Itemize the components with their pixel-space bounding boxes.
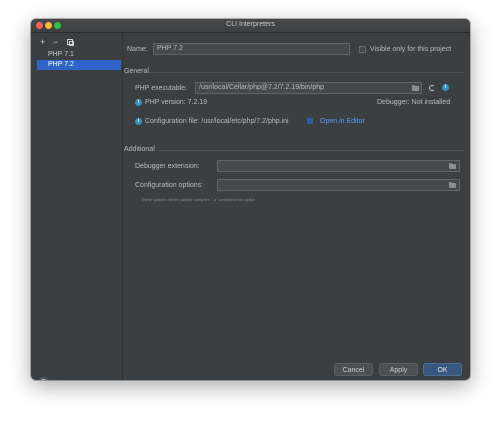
php-executable-label: PHP executable: bbox=[135, 85, 188, 92]
config-info-icon: i bbox=[135, 118, 142, 125]
refresh-icon[interactable] bbox=[429, 85, 435, 91]
add-icon[interactable]: + bbox=[40, 38, 45, 47]
debugger-extension-folder-icon[interactable] bbox=[449, 163, 456, 169]
help-button[interactable]: ? bbox=[38, 377, 49, 380]
apply-button[interactable]: Apply bbox=[379, 363, 418, 376]
debugger-status-text: Debugger: Not installed bbox=[377, 99, 451, 106]
interpreter-list-panel: + − PHP 7.1 PHP 7.2 ? bbox=[31, 33, 123, 380]
php-version-text: PHP version: 7.2.19 bbox=[145, 99, 208, 106]
remove-icon[interactable]: − bbox=[53, 38, 58, 47]
name-label: Name: bbox=[127, 46, 148, 53]
configuration-options-label: Configuration options: bbox=[135, 182, 204, 189]
debugger-extension-input[interactable] bbox=[217, 160, 460, 172]
php-executable-input[interactable]: /usr/local/Cellar/php@7.2/7.2.19/bin/php bbox=[195, 82, 422, 94]
cursor-marker bbox=[307, 118, 313, 124]
debugger-extension-label: Debugger extension: bbox=[135, 163, 200, 170]
configuration-file-text: Configuration file: /usr/local/etc/php/7… bbox=[145, 118, 289, 125]
ok-button[interactable]: OK bbox=[423, 363, 462, 376]
title-bar: CLI Interpreters bbox=[31, 19, 470, 33]
visible-only-label: Visible only for this project bbox=[370, 46, 452, 53]
cli-interpreters-dialog: CLI Interpreters + − PHP 7.1 PHP 7.2 ? N… bbox=[31, 19, 470, 380]
configuration-options-folder-icon[interactable] bbox=[449, 182, 456, 188]
open-in-editor-link[interactable]: Open in Editor bbox=[320, 118, 365, 125]
configuration-options-input[interactable] bbox=[217, 179, 460, 191]
visible-only-checkbox[interactable] bbox=[359, 46, 366, 53]
interpreter-item-php72[interactable]: PHP 7.2 bbox=[37, 60, 121, 70]
configuration-options-hint: These options will be passed using the "… bbox=[141, 197, 256, 202]
cancel-button[interactable]: Cancel bbox=[334, 363, 373, 376]
general-section-title: General bbox=[124, 68, 149, 75]
php-info-icon[interactable]: i bbox=[442, 84, 449, 91]
version-info-icon: i bbox=[135, 99, 142, 106]
window-title: CLI Interpreters bbox=[226, 21, 275, 28]
copy-icon[interactable] bbox=[67, 39, 74, 46]
folder-icon[interactable] bbox=[412, 85, 419, 91]
additional-section-title: Additional bbox=[124, 146, 155, 153]
general-section-divider bbox=[149, 72, 463, 73]
interpreter-item-php71[interactable]: PHP 7.1 bbox=[37, 50, 121, 60]
additional-section-divider bbox=[158, 150, 463, 151]
name-input[interactable]: PHP 7.2 bbox=[153, 43, 350, 55]
